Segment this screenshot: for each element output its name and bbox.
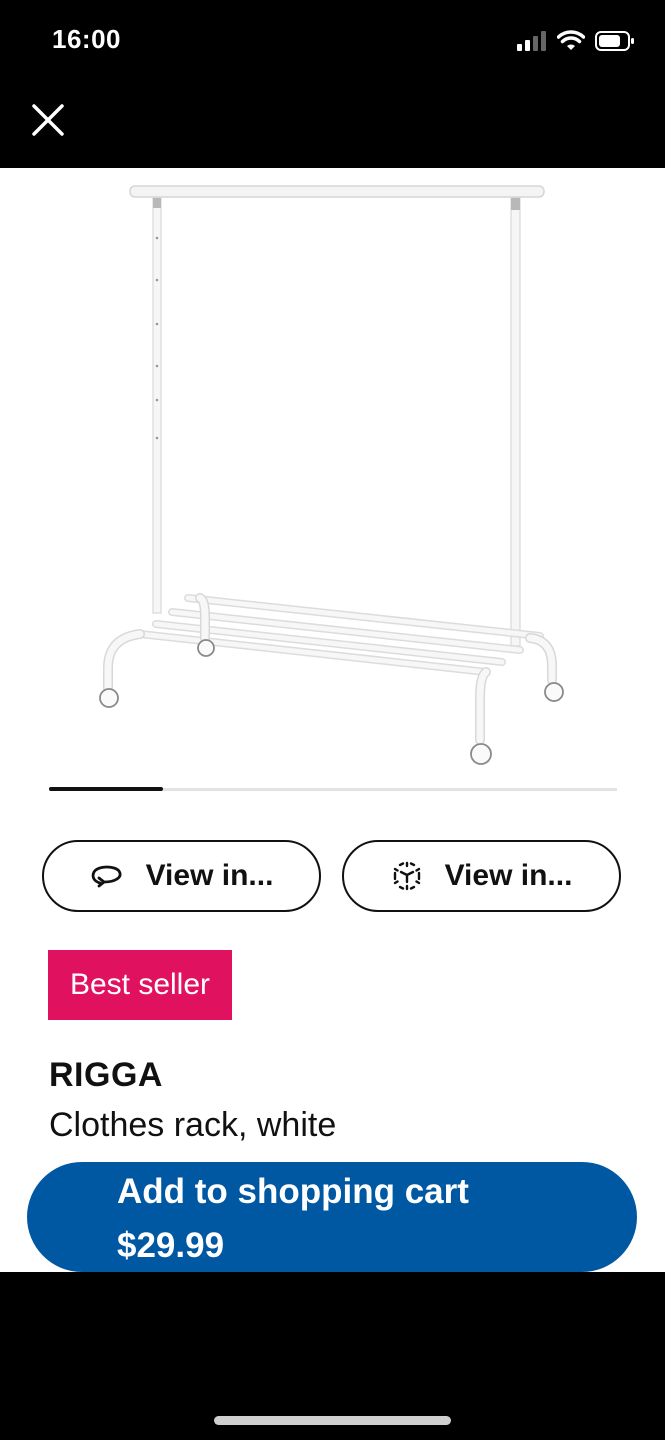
battery-icon [595,31,634,51]
status-time: 16:00 [52,24,121,54]
status-bar: 16:00 [0,0,665,88]
add-to-cart-button[interactable]: Add to shopping cart $29.99 [27,1162,637,1272]
cellular-signal-icon [517,31,546,51]
view-in-room-label: View in... [145,859,274,892]
product-image[interactable] [0,168,665,778]
add-to-cart-price: $29.99 [117,1226,225,1265]
gallery-progress [49,787,617,791]
view-in-ar-label: View in... [444,859,573,892]
close-button[interactable] [28,100,68,140]
ar-cube-icon [393,861,420,891]
status-icons [517,30,635,52]
bottom-safe-area [0,1272,665,1440]
product-name: RIGGA [49,1056,163,1094]
home-indicator[interactable] [214,1416,451,1425]
gallery-progress-fill [49,787,163,791]
wifi-icon [557,30,585,50]
modal-header [0,88,665,168]
rotate-360-icon [91,865,122,888]
best-seller-badge: Best seller [48,950,232,1020]
close-icon [32,104,64,136]
view-in-room-button[interactable]: View in... [42,840,321,912]
view-in-ar-button[interactable]: View in... [342,840,621,912]
product-sheet: View in... View in... Best seller RIGGA … [0,168,665,1272]
add-to-cart-label: Add to shopping cart [117,1172,469,1211]
product-description: Clothes rack, white [49,1106,337,1144]
